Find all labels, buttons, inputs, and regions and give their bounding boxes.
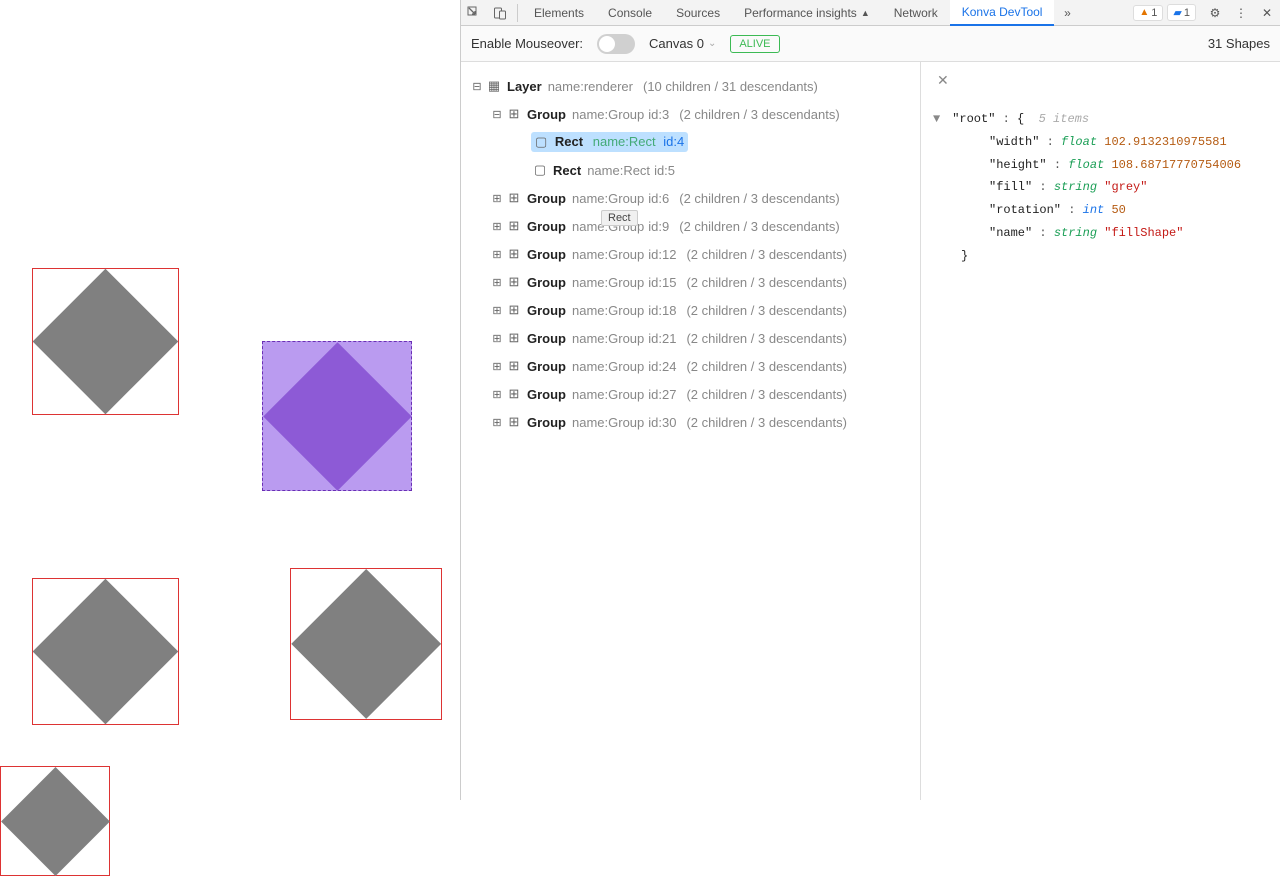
canvas-shape[interactable] (0, 766, 110, 876)
shape-count: 31 Shapes (1208, 36, 1270, 51)
expand-icon[interactable]: ⊞ (489, 416, 505, 429)
expand-icon[interactable]: ⊞ (489, 388, 505, 401)
alive-badge: ALIVE (730, 35, 779, 53)
collapse-icon[interactable]: ⊟ (489, 108, 505, 121)
collapse-icon[interactable]: ⊟ (469, 80, 485, 93)
tab-sources[interactable]: Sources (664, 0, 732, 26)
json-inspector[interactable]: ▼ "root" : { 5 items "width" : float 102… (933, 108, 1268, 268)
json-property-row[interactable]: "rotation" : int 50 (933, 199, 1268, 222)
rect-icon: ▢ (535, 134, 547, 149)
close-props-icon[interactable]: ✕ (937, 72, 949, 89)
expand-icon[interactable]: ⊞ (489, 248, 505, 261)
warning-icon: ▲ (1139, 7, 1149, 18)
json-property-row[interactable]: "fill" : string "grey" (933, 176, 1268, 199)
expand-icon[interactable]: ⊞ (489, 332, 505, 345)
tree-row-group[interactable]: ⊞⊞Groupname:Groupid:21(2 children / 3 de… (461, 324, 920, 352)
inspect-icon[interactable] (461, 0, 487, 26)
expand-arrow-icon[interactable]: ▼ (933, 108, 945, 131)
rect-icon: ▢ (531, 162, 549, 178)
tree-row-layer[interactable]: ⊟ ▦ Layer name:renderer (10 children / 3… (461, 72, 920, 100)
more-tabs-icon[interactable]: » (1054, 0, 1080, 26)
json-property-row[interactable]: "height" : float 108.68717770754006 (933, 154, 1268, 177)
tab-performance-insights[interactable]: Performance insights▲ (732, 0, 882, 26)
group-icon: ⊞ (505, 218, 523, 234)
tree-row-group[interactable]: ⊞⊞Groupname:Groupid:30(2 children / 3 de… (461, 408, 920, 436)
tree-row-group[interactable]: ⊞⊞Groupname:Groupid:6(2 children / 3 des… (461, 184, 920, 212)
node-tree[interactable]: ⊟ ▦ Layer name:renderer (10 children / 3… (461, 62, 920, 800)
group-icon: ⊞ (505, 274, 523, 290)
tree-row-rect[interactable]: ▢ Rect name:Rect id:5 (461, 156, 920, 184)
konva-toolbar: Enable Mouseover: Canvas 0 ⌄ ALIVE 31 Sh… (461, 26, 1280, 62)
canvas-shape[interactable] (290, 568, 442, 720)
group-icon: ⊞ (505, 302, 523, 318)
mouseover-toggle[interactable] (597, 34, 635, 54)
canvas-stage[interactable] (0, 0, 460, 800)
layer-icon: ▦ (485, 78, 503, 94)
close-icon[interactable]: ✕ (1254, 0, 1280, 26)
devtools-tabbar: Elements Console Sources Performance ins… (461, 0, 1280, 26)
properties-pane: ✕ ▼ "root" : { 5 items "width" : float 1… (920, 62, 1280, 800)
canvas-shape[interactable] (262, 341, 412, 491)
tab-elements[interactable]: Elements (522, 0, 596, 26)
group-icon: ⊞ (505, 246, 523, 262)
tab-konva-devtool[interactable]: Konva DevTool (950, 0, 1055, 26)
tree-row-rect-selected[interactable]: ▢ Rect name:Rect id:4 (461, 128, 920, 156)
group-icon: ⊞ (505, 190, 523, 206)
json-property-row[interactable]: "name" : string "fillShape" (933, 222, 1268, 245)
tree-row-group[interactable]: ⊞⊞Groupname:Groupid:9(2 children / 3 des… (461, 212, 920, 240)
tab-console[interactable]: Console (596, 0, 664, 26)
mouseover-label: Enable Mouseover: (471, 36, 583, 51)
tree-row-group[interactable]: ⊞⊞Groupname:Groupid:24(2 children / 3 de… (461, 352, 920, 380)
expand-icon[interactable]: ⊞ (489, 304, 505, 317)
devtools-panel: Elements Console Sources Performance ins… (460, 0, 1280, 800)
tab-network[interactable]: Network (882, 0, 950, 26)
expand-icon[interactable]: ⊞ (489, 276, 505, 289)
device-icon[interactable] (487, 0, 513, 26)
group-icon: ⊞ (505, 106, 523, 122)
group-icon: ⊞ (505, 386, 523, 402)
tree-row-group[interactable]: ⊞⊞Groupname:Groupid:12(2 children / 3 de… (461, 240, 920, 268)
tree-tooltip: Rect (601, 210, 638, 226)
group-icon: ⊞ (505, 330, 523, 346)
tree-row-group[interactable]: ⊞⊞Groupname:Groupid:27(2 children / 3 de… (461, 380, 920, 408)
tree-row-group[interactable]: ⊞⊞Groupname:Groupid:18(2 children / 3 de… (461, 296, 920, 324)
tree-row-group-expanded[interactable]: ⊟ ⊞ Group name:Group id:3 (2 children / … (461, 100, 920, 128)
group-icon: ⊞ (505, 414, 523, 430)
issue-badges[interactable]: ▲1 ▰1 (1127, 4, 1202, 21)
gear-icon[interactable]: ⚙ (1202, 0, 1228, 26)
json-property-row[interactable]: "width" : float 102.9132310975581 (933, 131, 1268, 154)
canvas-shape[interactable] (32, 578, 179, 725)
tree-row-group[interactable]: ⊞⊞Groupname:Groupid:15(2 children / 3 de… (461, 268, 920, 296)
kebab-icon[interactable]: ⋮ (1228, 0, 1254, 26)
group-icon: ⊞ (505, 358, 523, 374)
expand-icon[interactable]: ⊞ (489, 192, 505, 205)
expand-icon[interactable]: ⊞ (489, 360, 505, 373)
canvas-select[interactable]: Canvas 0 ⌄ (649, 36, 716, 51)
canvas-shape[interactable] (32, 268, 179, 415)
info-icon: ▰ (1173, 6, 1181, 19)
expand-icon[interactable]: ⊞ (489, 220, 505, 233)
chevron-down-icon: ⌄ (708, 38, 716, 49)
